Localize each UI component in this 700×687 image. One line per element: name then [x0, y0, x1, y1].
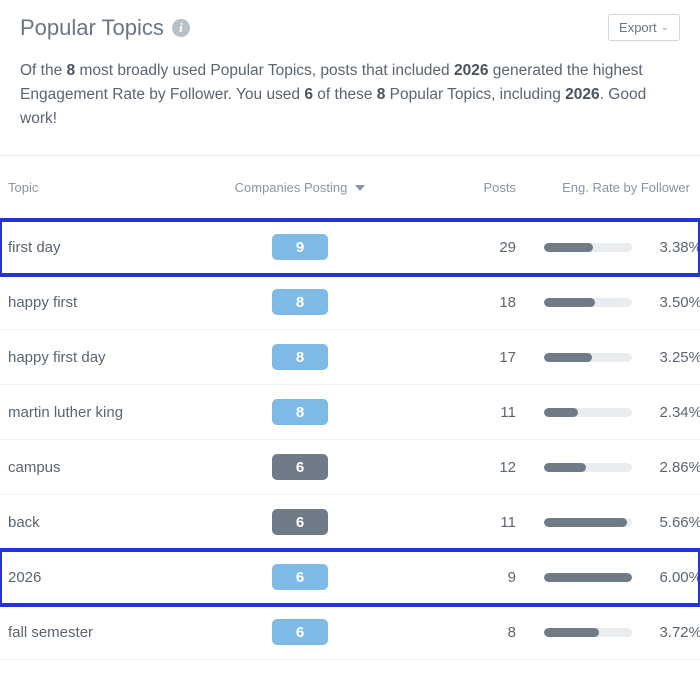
eng-bar-fill — [544, 628, 599, 637]
cell-posts: 18 — [400, 294, 530, 311]
eng-bar-fill — [544, 573, 632, 582]
cell-topic: happy first — [0, 294, 200, 311]
cell-posts: 17 — [400, 349, 530, 366]
panel-header: Popular Topics i Export ⌄ — [0, 0, 700, 53]
summary-fragment: Popular Topics, including — [385, 86, 565, 103]
eng-value: 3.72% — [646, 624, 700, 641]
title-wrap: Popular Topics i — [20, 15, 190, 41]
table-row[interactable]: 2026 6 9 6.00% — [0, 550, 700, 605]
col-eng[interactable]: Eng. Rate by Follower — [530, 180, 700, 195]
eng-value: 3.25% — [646, 349, 700, 366]
cell-companies: 9 — [200, 234, 400, 260]
eng-bar — [544, 518, 632, 527]
cell-posts: 11 — [400, 514, 530, 531]
companies-pill: 6 — [272, 509, 328, 535]
cell-companies: 6 — [200, 564, 400, 590]
col-posts[interactable]: Posts — [400, 180, 530, 195]
cell-companies: 8 — [200, 399, 400, 425]
eng-value: 2.86% — [646, 459, 700, 476]
eng-bar — [544, 628, 632, 637]
companies-pill: 6 — [272, 619, 328, 645]
eng-bar — [544, 298, 632, 307]
cell-eng: 3.50% — [530, 294, 700, 311]
sort-desc-icon — [355, 185, 365, 191]
eng-bar — [544, 463, 632, 472]
info-icon[interactable]: i — [172, 19, 190, 37]
cell-companies: 6 — [200, 619, 400, 645]
summary-fragment: most broadly used Popular Topics, posts … — [75, 62, 454, 79]
summary-bold: 6 — [304, 86, 313, 103]
summary-text: Of the 8 most broadly used Popular Topic… — [0, 53, 700, 155]
table-row[interactable]: martin luther king 8 11 2.34% — [0, 385, 700, 440]
export-button[interactable]: Export ⌄ — [608, 14, 680, 41]
cell-eng: 3.25% — [530, 349, 700, 366]
cell-topic: 2026 — [0, 569, 200, 586]
cell-companies: 8 — [200, 344, 400, 370]
eng-value: 6.00% — [646, 569, 700, 586]
cell-eng: 5.66% — [530, 514, 700, 531]
companies-pill: 8 — [272, 399, 328, 425]
table-row[interactable]: fall semester 6 8 3.72% — [0, 605, 700, 660]
col-topic[interactable]: Topic — [0, 180, 200, 195]
cell-eng: 2.34% — [530, 404, 700, 421]
cell-eng: 3.38% — [530, 239, 700, 256]
companies-pill: 9 — [272, 234, 328, 260]
eng-bar-fill — [544, 518, 627, 527]
summary-bold: 2026 — [565, 86, 599, 103]
panel-title: Popular Topics — [20, 15, 164, 41]
cell-posts: 8 — [400, 624, 530, 641]
cell-topic: campus — [0, 459, 200, 476]
table-row[interactable]: first day 9 29 3.38% — [0, 220, 700, 275]
col-companies[interactable]: Companies Posting — [200, 180, 400, 195]
topics-table: Topic Companies Posting Posts Eng. Rate … — [0, 155, 700, 660]
eng-value: 3.38% — [646, 239, 700, 256]
cell-companies: 6 — [200, 509, 400, 535]
cell-topic: back — [0, 514, 200, 531]
table-row[interactable]: back 6 11 5.66% — [0, 495, 700, 550]
eng-value: 5.66% — [646, 514, 700, 531]
cell-posts: 29 — [400, 239, 530, 256]
eng-bar — [544, 408, 632, 417]
companies-pill: 8 — [272, 344, 328, 370]
eng-bar-fill — [544, 463, 586, 472]
table-body: first day9293.38%happy first8183.50%happ… — [0, 220, 700, 660]
table-header: Topic Companies Posting Posts Eng. Rate … — [0, 156, 700, 220]
col-companies-label: Companies Posting — [235, 180, 348, 195]
eng-bar-fill — [544, 408, 578, 417]
eng-bar — [544, 243, 632, 252]
eng-bar — [544, 573, 632, 582]
cell-posts: 9 — [400, 569, 530, 586]
cell-topic: first day — [0, 239, 200, 256]
eng-bar-fill — [544, 243, 593, 252]
eng-value: 3.50% — [646, 294, 700, 311]
eng-bar-fill — [544, 298, 595, 307]
cell-eng: 6.00% — [530, 569, 700, 586]
summary-bold: 2026 — [454, 62, 488, 79]
summary-fragment: Of the — [20, 62, 67, 79]
export-label: Export — [619, 20, 657, 35]
companies-pill: 6 — [272, 454, 328, 480]
eng-bar-fill — [544, 353, 592, 362]
cell-posts: 12 — [400, 459, 530, 476]
cell-topic: fall semester — [0, 624, 200, 641]
cell-eng: 2.86% — [530, 459, 700, 476]
companies-pill: 8 — [272, 289, 328, 315]
chevron-down-icon: ⌄ — [661, 22, 669, 33]
summary-fragment: of these — [313, 86, 377, 103]
cell-eng: 3.72% — [530, 624, 700, 641]
eng-bar — [544, 353, 632, 362]
summary-bold: 8 — [67, 62, 76, 79]
companies-pill: 6 — [272, 564, 328, 590]
cell-companies: 8 — [200, 289, 400, 315]
cell-posts: 11 — [400, 404, 530, 421]
table-row[interactable]: campus 6 12 2.86% — [0, 440, 700, 495]
table-row[interactable]: happy first 8 18 3.50% — [0, 275, 700, 330]
cell-companies: 6 — [200, 454, 400, 480]
popular-topics-panel: Popular Topics i Export ⌄ Of the 8 most … — [0, 0, 700, 660]
cell-topic: happy first day — [0, 349, 200, 366]
cell-topic: martin luther king — [0, 404, 200, 421]
eng-value: 2.34% — [646, 404, 700, 421]
table-row[interactable]: happy first day 8 17 3.25% — [0, 330, 700, 385]
